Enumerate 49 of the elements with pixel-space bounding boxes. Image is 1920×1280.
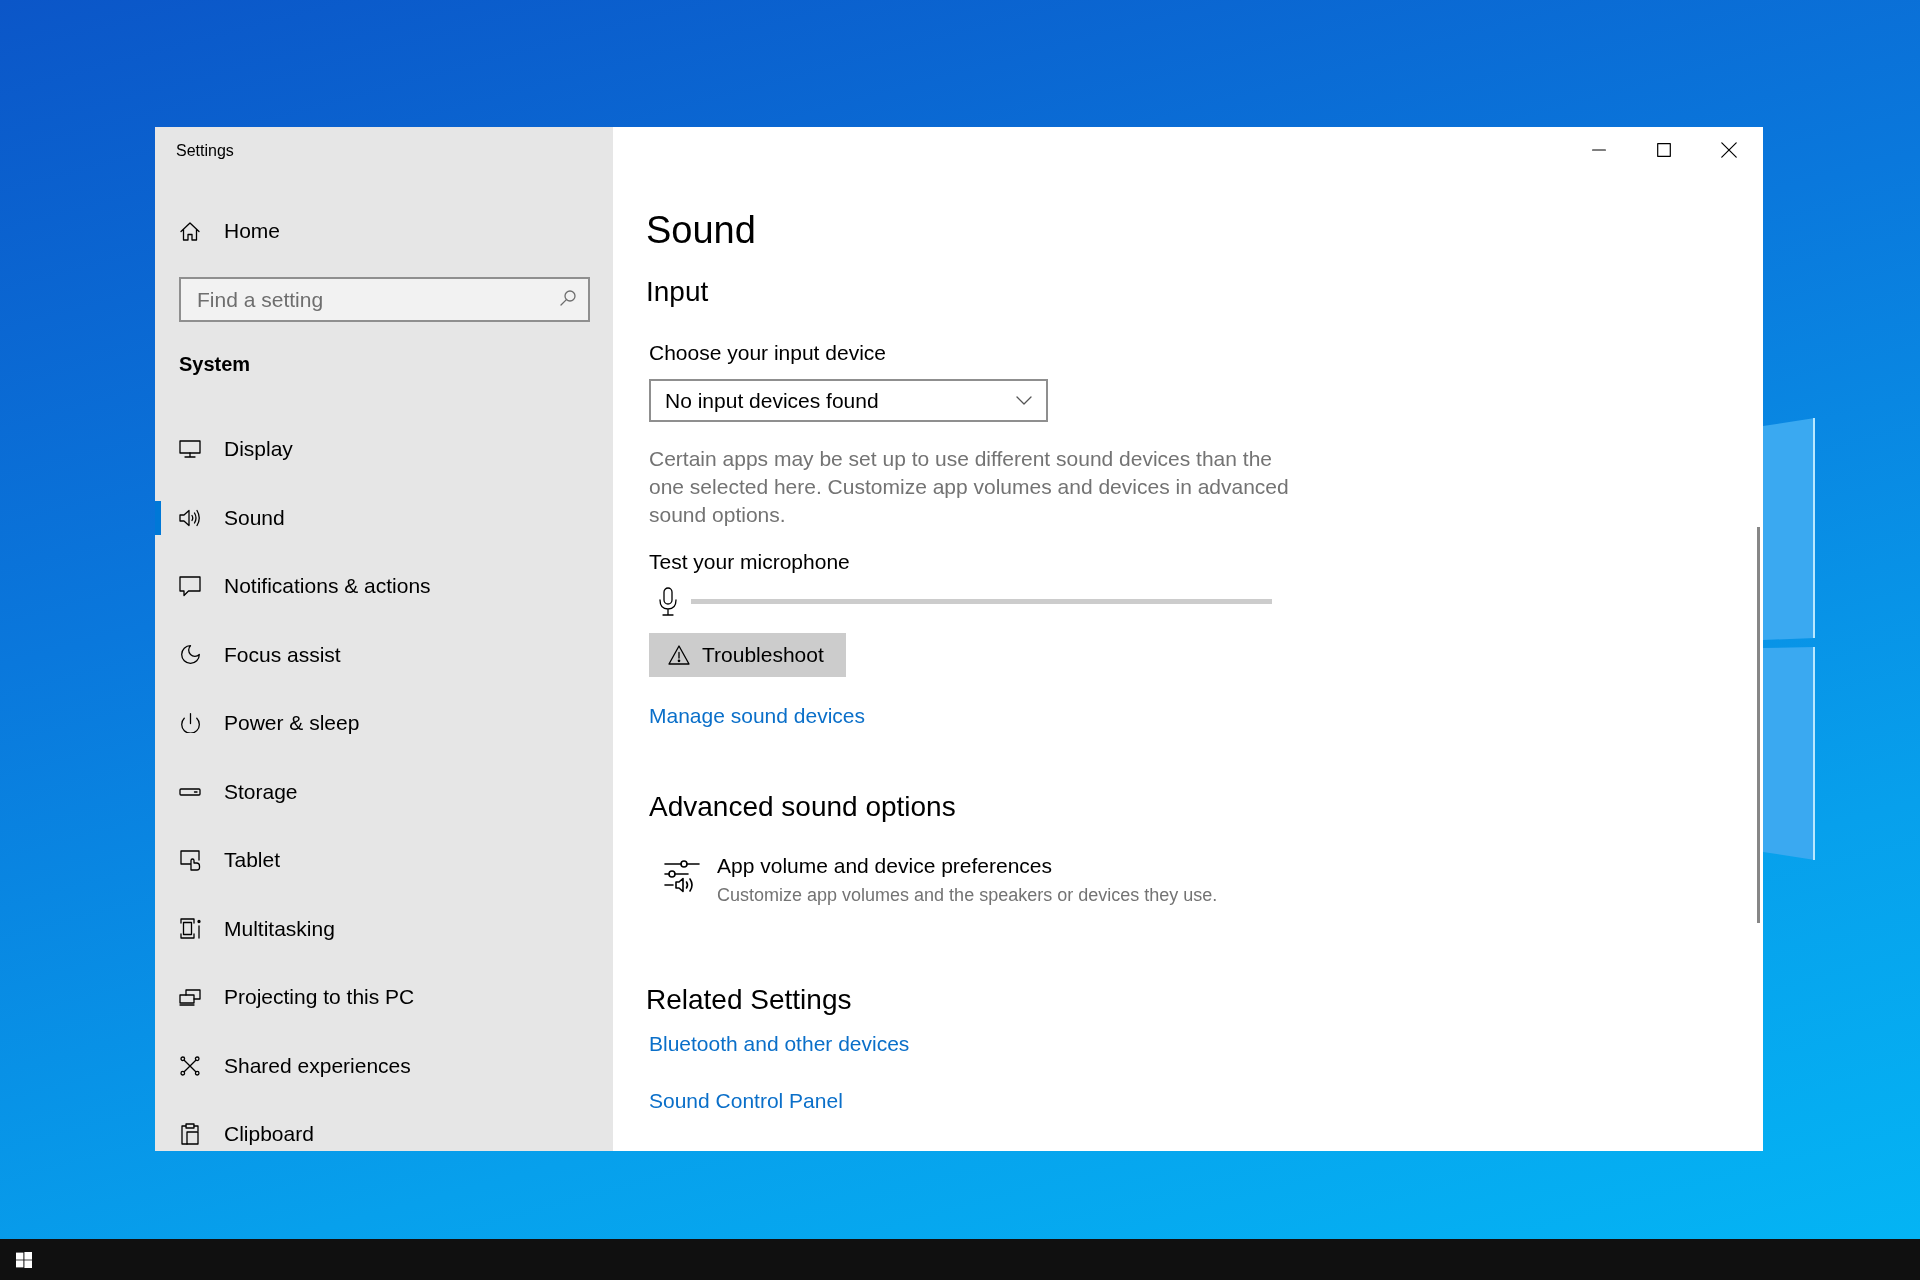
drive-icon (179, 787, 201, 796)
sidebar-item[interactable]: Tablet (155, 843, 613, 877)
monitor-icon (179, 440, 201, 458)
speech-bubble-icon (179, 575, 201, 597)
chevron-down-icon (1016, 396, 1032, 405)
search-field[interactable]: Find a setting (179, 277, 590, 322)
field-label: Test your microphone (649, 549, 850, 575)
microphone-icon (658, 587, 678, 616)
window-title: Settings (176, 141, 234, 161)
sidebar-item[interactable]: Power & sleep (155, 706, 613, 740)
sidebar-item[interactable]: Clipboard (155, 1117, 613, 1151)
page-title: Sound (646, 208, 756, 253)
home-nav-item[interactable]: Home (155, 207, 613, 255)
settings-link[interactable]: Sound Control Panel (649, 1087, 843, 1115)
section-heading: System (179, 352, 251, 377)
tablet-touch-icon (179, 849, 201, 871)
maximize-icon (1656, 143, 1671, 157)
section-heading: Input (646, 275, 709, 309)
settings-link[interactable]: Bluetooth and other devices (649, 1030, 910, 1058)
troubleshoot-button[interactable]: Troubleshoot (649, 633, 846, 677)
section-heading: Advanced sound options (649, 790, 956, 824)
close-icon (1720, 142, 1737, 158)
warning-icon (668, 645, 690, 665)
sidebar-item[interactable]: Focus assist (155, 637, 613, 672)
manage-devices-link[interactable]: Manage sound devices (649, 702, 865, 730)
house-icon (180, 221, 200, 241)
sidebar-item[interactable]: Projecting to this PC (155, 980, 613, 1014)
window-columns-icon (179, 918, 201, 939)
option-title[interactable]: App volume and device preferences (717, 853, 1053, 879)
power-icon (180, 713, 200, 733)
sidebar-item[interactable]: Shared experiences (155, 1048, 613, 1083)
sidebar-item[interactable]: Display (155, 432, 613, 466)
connected-nodes-icon (180, 1055, 200, 1076)
minimize-icon (1591, 149, 1606, 151)
speaker-icon (179, 508, 201, 527)
description-text: Certain apps may be set up to use different sound devices than the one selected here. Customize app volumes and devices in advanced sound options. (649, 446, 1290, 528)
sidebar-item[interactable]: Multitasking (155, 911, 613, 946)
scrollbar-thumb[interactable] (1757, 527, 1760, 923)
option-description: Customize app volumes and the speakers or devices they use. (717, 884, 1218, 906)
clipboard-icon (181, 1123, 199, 1145)
section-heading: Related Settings (646, 983, 852, 1017)
sidebar-item[interactable]: Notifications & actions (155, 569, 613, 603)
windows-logo-icon (16, 1251, 32, 1268)
search-icon (560, 290, 576, 306)
field-label: Choose your input device (649, 340, 886, 366)
two-screens-icon (179, 988, 201, 1006)
sidebar-item[interactable]: Storage (155, 774, 613, 809)
input-device-dropdown[interactable]: No input devices found (649, 379, 1048, 422)
moon-icon (180, 645, 200, 664)
